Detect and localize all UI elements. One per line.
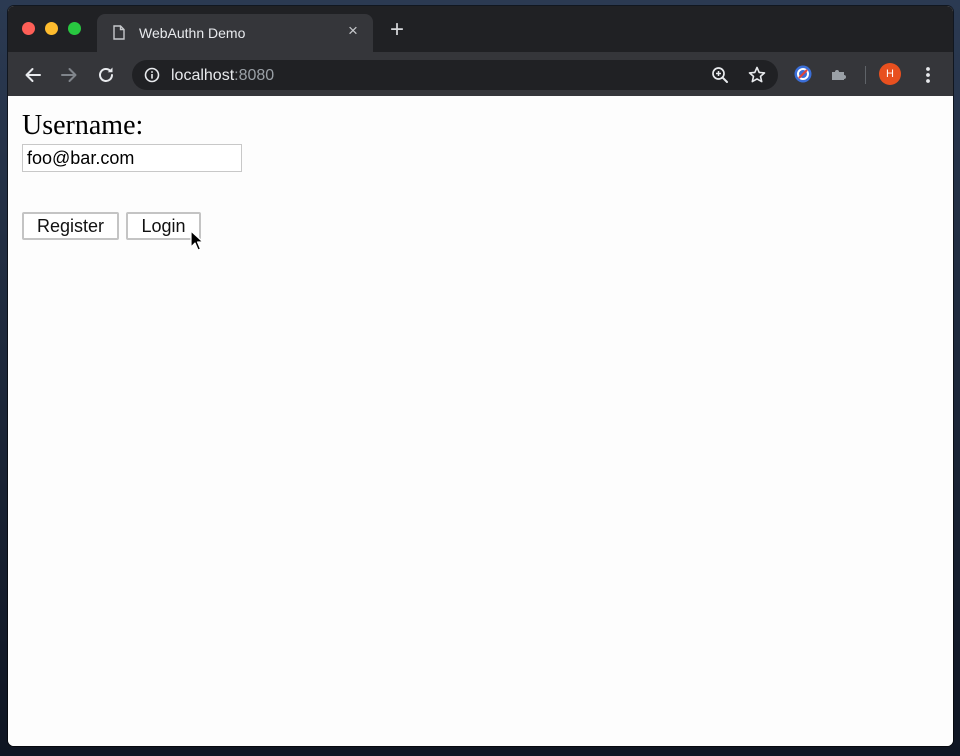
browser-toolbar: localhost:8080 H — [8, 52, 953, 97]
puzzle-extension-icon[interactable] — [829, 64, 849, 84]
block-extension-icon[interactable] — [793, 64, 813, 84]
forward-icon[interactable] — [58, 64, 80, 86]
username-input[interactable] — [22, 144, 242, 172]
tab-strip: WebAuthn Demo × + — [8, 6, 953, 52]
page-content: Username: Register Login — [8, 96, 953, 746]
mouse-cursor-icon — [190, 230, 204, 257]
tab-title: WebAuthn Demo — [139, 25, 246, 41]
new-tab-button[interactable]: + — [386, 18, 408, 42]
address-bar[interactable]: localhost:8080 — [132, 60, 778, 90]
browser-window: WebAuthn Demo × + localhost:8080 H Usern… — [8, 6, 953, 746]
username-label: Username: — [22, 110, 144, 141]
zoom-icon[interactable] — [710, 65, 730, 85]
register-button[interactable]: Register — [22, 212, 119, 240]
url-port: :8080 — [234, 67, 275, 84]
more-menu-icon[interactable] — [921, 64, 935, 86]
minimize-window-button[interactable] — [45, 22, 58, 35]
url-text[interactable]: localhost:8080 — [171, 67, 274, 85]
reload-icon[interactable] — [95, 64, 117, 86]
close-window-button[interactable] — [22, 22, 35, 35]
bookmark-star-icon[interactable] — [747, 65, 767, 85]
close-tab-icon[interactable]: × — [345, 22, 361, 39]
tab-webauthn-demo[interactable]: WebAuthn Demo × — [97, 14, 373, 52]
toolbar-divider — [865, 66, 866, 84]
page-icon — [113, 25, 125, 45]
url-host: localhost — [171, 67, 235, 84]
back-icon[interactable] — [22, 64, 44, 86]
profile-avatar[interactable]: H — [879, 63, 901, 85]
maximize-window-button[interactable] — [68, 22, 81, 35]
info-icon[interactable] — [144, 67, 160, 88]
